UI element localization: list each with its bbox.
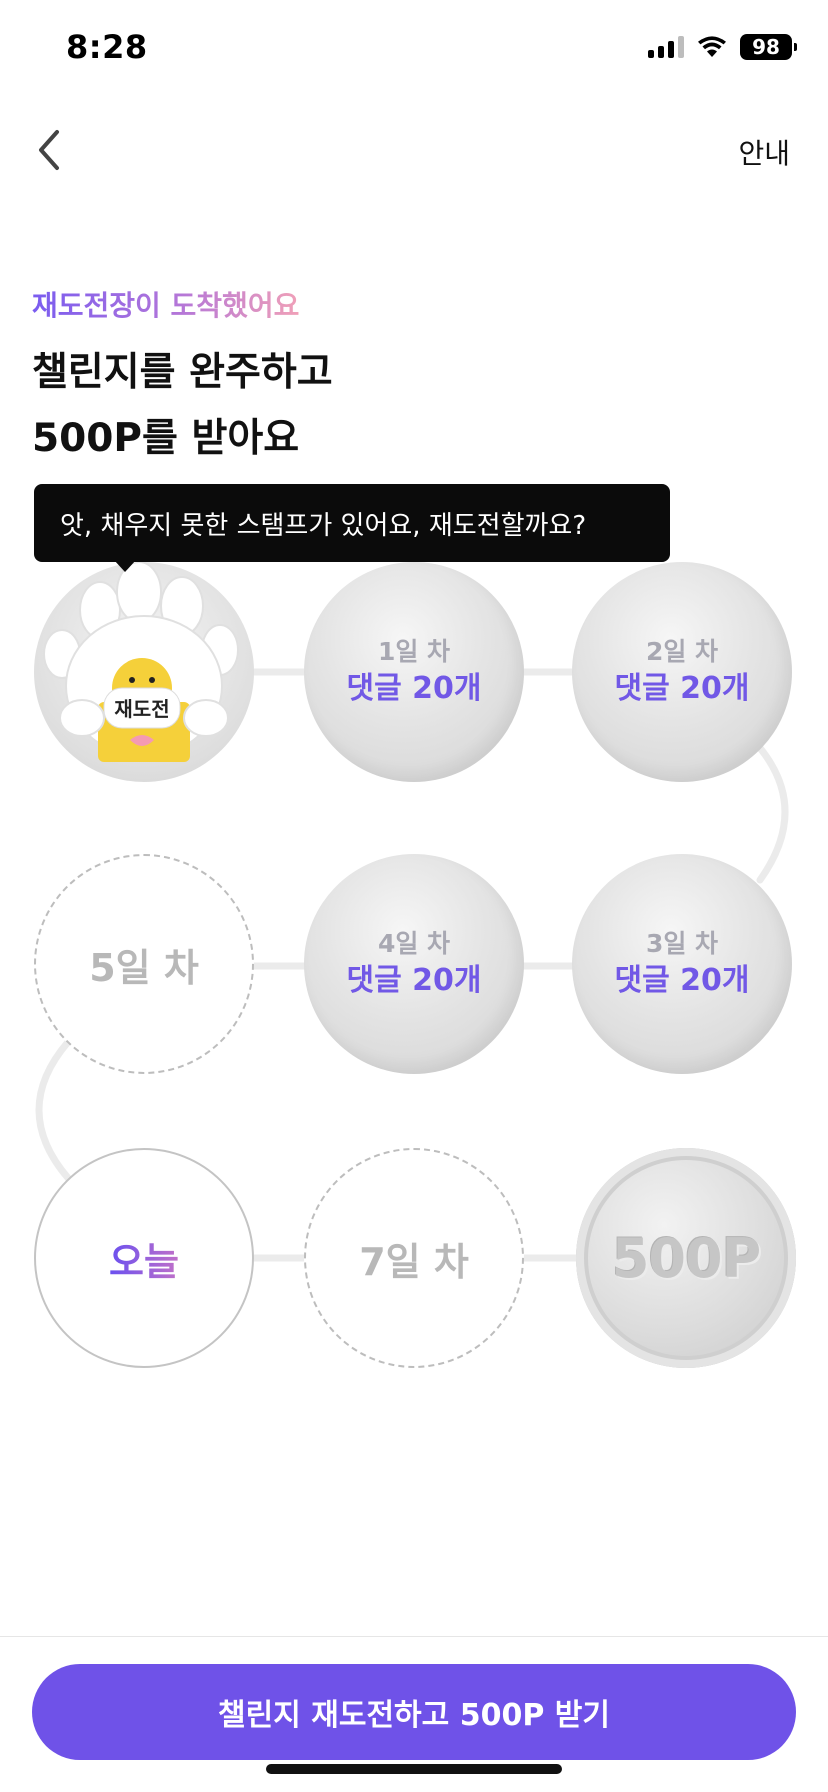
stamp-today-label: 오늘	[109, 1231, 179, 1286]
reward-coin-label: 500P	[611, 1226, 761, 1290]
stamp-day-3[interactable]: 3일 차 댓글 20개	[572, 854, 792, 1074]
info-button[interactable]: 안내	[738, 132, 790, 172]
nav-bar: 안내	[0, 110, 828, 190]
stamp-day-5[interactable]: 5일 차	[34, 854, 254, 1074]
stamp-day-4[interactable]: 4일 차 댓글 20개	[304, 854, 524, 1074]
challenge-eyebrow: 재도전장이 도착했어요	[32, 284, 299, 324]
stamp-board: 재도전 1일 차 댓글 20개 2일 차 댓글 20개 5일 차 4일 차 댓글…	[0, 0, 828, 1792]
back-button[interactable]	[24, 126, 72, 174]
cellular-signal-icon	[648, 36, 684, 58]
home-indicator	[266, 1764, 562, 1774]
stamp-task-label: 댓글 20개	[614, 963, 750, 998]
status-time: 8:28	[66, 28, 148, 66]
retry-challenge-label: 챌린지 재도전하고 500P 받기	[218, 1698, 610, 1733]
retry-challenge-button[interactable]: 챌린지 재도전하고 500P 받기	[32, 1664, 796, 1760]
title-line-2: 500P를 받아요	[32, 416, 300, 461]
mascot-badge-text: 재도전	[114, 697, 169, 721]
mascot-stamp[interactable]: 재도전	[34, 562, 254, 782]
stamp-task-label: 댓글 20개	[346, 963, 482, 998]
stamp-day-label: 7일 차	[359, 1239, 469, 1284]
tooltip-arrow	[114, 560, 136, 572]
wifi-icon	[698, 36, 726, 57]
bottom-divider	[0, 1636, 828, 1637]
glove-mascot-icon: 재도전	[43, 562, 239, 762]
retry-tooltip: 앗, 채우지 못한 스탬프가 있어요, 재도전할까요?	[34, 484, 670, 562]
stamp-today[interactable]: 오늘	[34, 1148, 254, 1368]
stamp-task-label: 댓글 20개	[614, 671, 750, 706]
stamp-day-label: 5일 차	[89, 945, 199, 990]
reward-coin[interactable]: 500P	[576, 1148, 796, 1368]
stamp-day-label: 4일 차	[377, 929, 451, 958]
status-bar: 8:28 98	[0, 0, 828, 100]
chevron-left-icon	[39, 130, 59, 170]
battery-icon: 98	[740, 34, 797, 60]
tooltip-text: 앗, 채우지 못한 스탬프가 있어요, 재도전할까요?	[60, 510, 587, 541]
page-title: 챌린지를 완주하고 500P를 받아요	[32, 340, 333, 472]
stamp-day-label: 3일 차	[645, 929, 719, 958]
stamp-day-label: 2일 차	[645, 637, 719, 666]
stamp-day-label: 1일 차	[377, 637, 451, 666]
title-line-1: 챌린지를 완주하고	[32, 350, 333, 395]
stamp-day-1[interactable]: 1일 차 댓글 20개	[304, 562, 524, 782]
stamp-day-2[interactable]: 2일 차 댓글 20개	[572, 562, 792, 782]
status-icons: 98	[648, 34, 797, 60]
stamp-day-7[interactable]: 7일 차	[304, 1148, 524, 1368]
stamp-task-label: 댓글 20개	[346, 671, 482, 706]
